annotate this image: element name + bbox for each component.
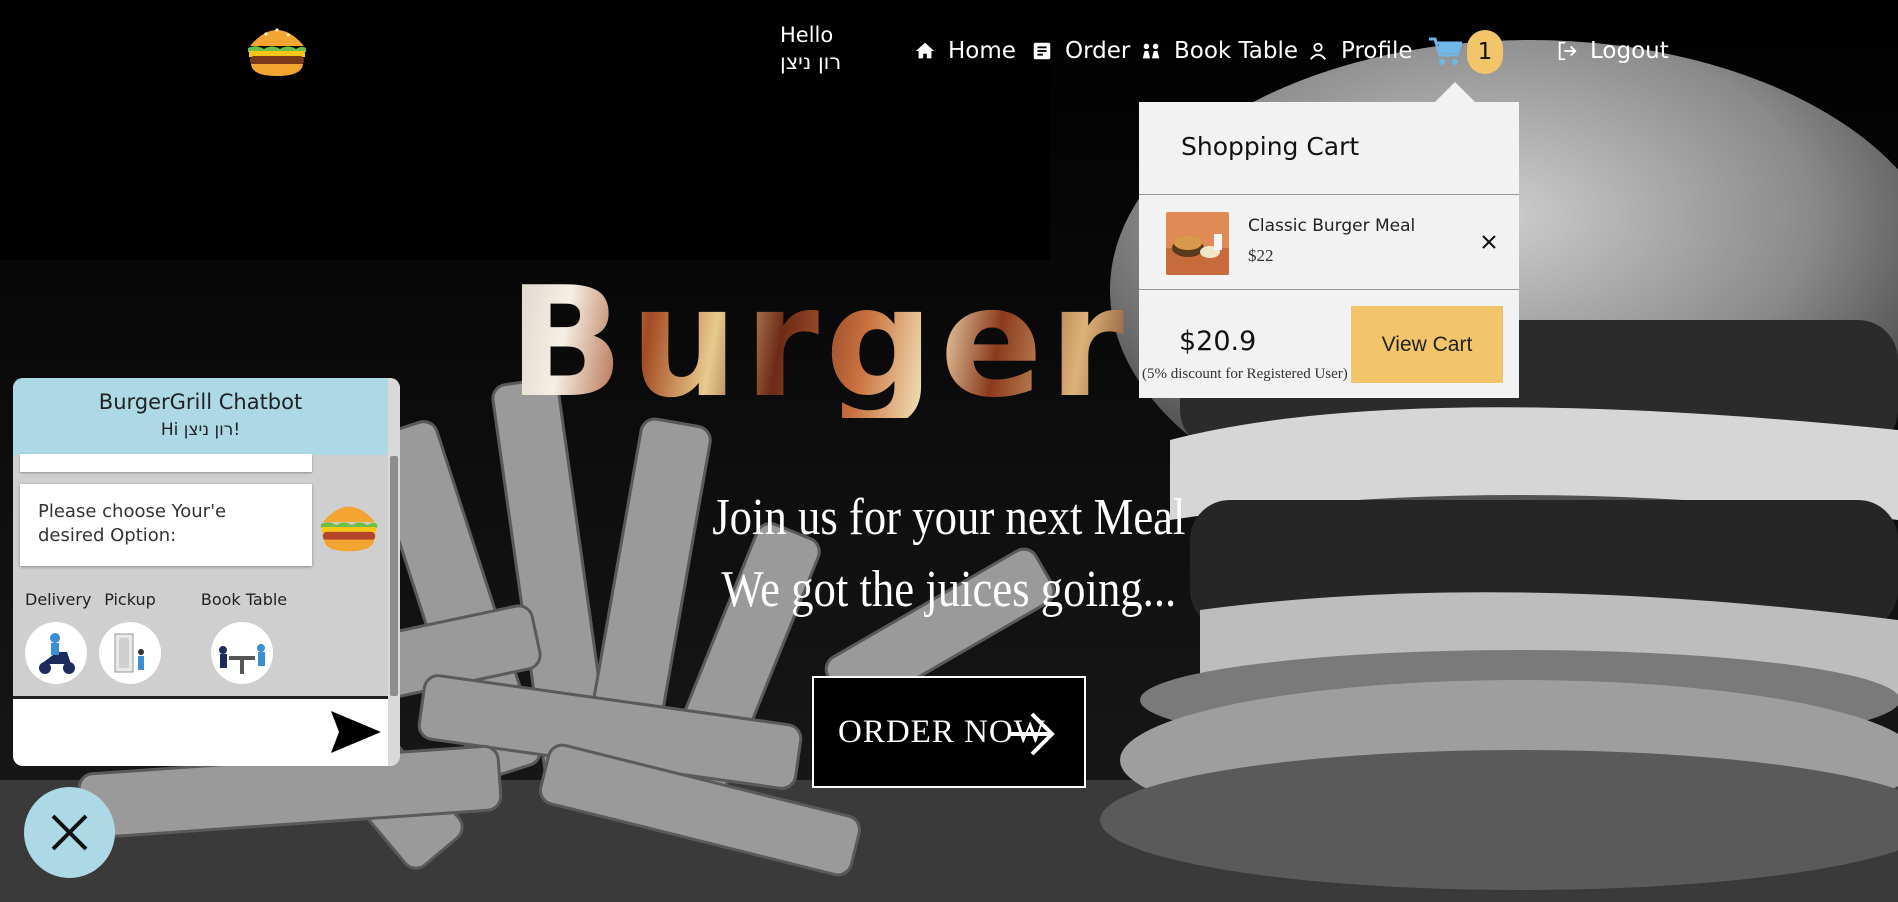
arrow-right-icon — [1006, 711, 1056, 757]
cart-total: $20.9 — [1179, 326, 1257, 357]
chatbot-greeting: Hi רון ניצן! — [160, 420, 241, 440]
chat-option-delivery-label: Delivery — [25, 590, 92, 609]
chat-option-book-table-label: Book Table — [200, 590, 288, 609]
nav-profile[interactable]: Profile — [1307, 34, 1413, 68]
chat-option-delivery[interactable]: Delivery — [25, 590, 92, 684]
dining-table-icon — [211, 622, 273, 684]
people-icon — [1140, 40, 1162, 62]
chat-input[interactable] — [21, 709, 325, 755]
chat-option-pickup[interactable]: Pickup — [99, 590, 161, 684]
cart-item-price: $22 — [1248, 246, 1274, 265]
home-icon — [914, 40, 936, 62]
nav-order-label: Order — [1065, 38, 1131, 64]
cart-discount-note: (5% discount for Registered User) — [1142, 366, 1348, 382]
cart-divider — [1139, 289, 1519, 290]
order-now-button[interactable]: ORDER NOW — [812, 676, 1086, 788]
user-name: רון ניצן — [780, 50, 842, 74]
cart-divider — [1139, 194, 1519, 195]
close-icon — [24, 814, 115, 881]
chat-message-text: Please choose Your'e desired Option: — [38, 501, 227, 546]
cart-count-badge: 1 — [1467, 30, 1503, 74]
menu-book-icon — [1031, 40, 1053, 62]
nav-home-label: Home — [948, 38, 1016, 64]
logout-icon — [1556, 40, 1578, 62]
chat-option-book-table[interactable]: Book Table — [198, 590, 290, 684]
cart-title: Shopping Cart — [1181, 132, 1360, 161]
nav-profile-label: Profile — [1341, 38, 1413, 64]
pickup-door-icon — [99, 622, 161, 684]
logout-link[interactable]: Logout — [1556, 34, 1669, 68]
view-cart-button[interactable]: View Cart — [1351, 306, 1503, 383]
cart-button[interactable]: 1 — [1428, 28, 1504, 74]
chat-close-button[interactable] — [24, 787, 115, 878]
chatbot-header: BurgerGrill Chatbot Hi רון ניצן! — [13, 378, 388, 455]
nav-home[interactable]: Home — [914, 34, 1016, 68]
cart-item-name: Classic Burger Meal — [1248, 216, 1416, 236]
top-navbar: Hello רון ניצן Home Order Book Table Pro… — [0, 0, 1898, 100]
burger-logo-icon[interactable] — [244, 20, 310, 80]
chat-scrollbar[interactable] — [388, 378, 400, 766]
chat-scrollbar-thumb[interactable] — [390, 456, 398, 696]
chatbot-window: BurgerGrill Chatbot Hi רון ניצן! Please … — [13, 378, 400, 766]
chat-input-bar — [13, 696, 388, 766]
nav-book-table-label: Book Table — [1174, 38, 1299, 64]
remove-item-icon[interactable] — [1477, 230, 1501, 254]
send-button[interactable] — [329, 707, 383, 757]
chat-message: Please choose Your'e desired Option: — [20, 484, 312, 566]
logout-label: Logout — [1590, 38, 1669, 64]
nav-book-table[interactable]: Book Table — [1140, 34, 1298, 68]
chat-option-pickup-label: Pickup — [104, 590, 156, 609]
delivery-scooter-icon — [25, 622, 87, 684]
chatbot-title: BurgerGrill Chatbot — [98, 390, 303, 414]
greeting-text: Hello — [780, 23, 834, 47]
send-icon — [329, 711, 383, 760]
person-icon — [1307, 40, 1329, 62]
cart-item-thumbnail — [1166, 212, 1229, 275]
bot-avatar-burger-icon — [317, 496, 381, 556]
cart-icon — [1428, 36, 1464, 66]
chat-message-previous — [20, 454, 312, 472]
cart-dropdown: Shopping Cart Classic Burger Meal $22 $2… — [1139, 82, 1519, 398]
user-greeting: Hello רון ניצן — [780, 22, 841, 76]
nav-order[interactable]: Order — [1031, 34, 1130, 68]
